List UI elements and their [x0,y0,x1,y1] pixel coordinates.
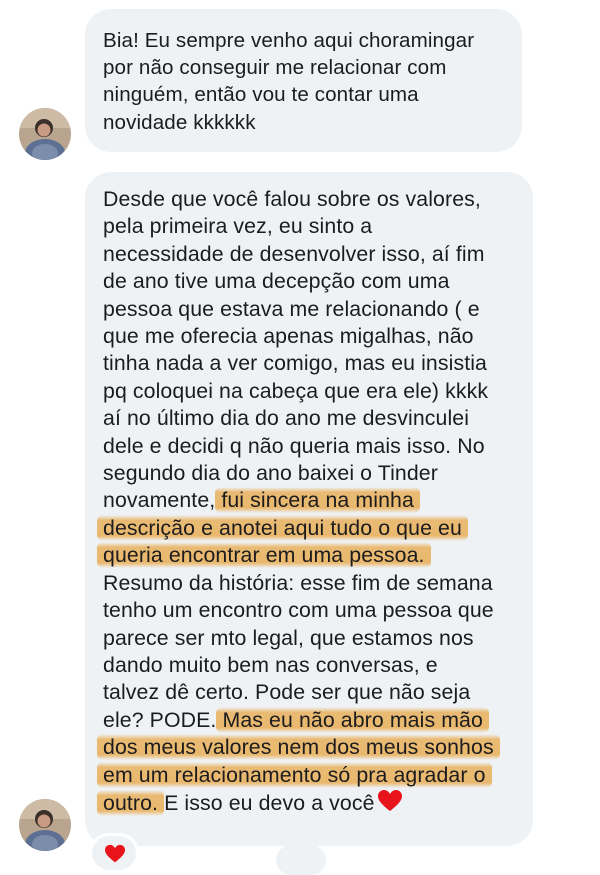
message-line: novamente, fui sincera na minha [103,487,515,514]
message-line: Bia! Eu sempre venho aqui choramingar [103,29,475,52]
highlighted-text: dos meus valores nem dos meus sonhos [97,734,500,761]
message-line: pela primeira vez, eu sinto a [103,214,373,239]
message-line: ele? PODE. Mas eu não abro mais mão [103,706,515,734]
message-line: necessidade de desenvolver isso, aí fim [103,241,485,266]
message-line: que me oferecia apenas migalhas, não [103,324,474,349]
message-line: por não conseguir me relacionar com [103,56,447,80]
sender-avatar[interactable] [19,799,71,851]
plain-text: E isso eu devo a você [158,790,375,815]
message-text: Desde que você falou sobre os valores, p… [97,186,515,820]
sender-avatar[interactable] [19,108,71,160]
message-line: dos meus valores nem dos meus sonhos [97,734,515,761]
message-bubble-partial[interactable] [276,845,326,875]
plain-text: ele? PODE. [103,707,223,732]
message-line: pq coloquei na cabeça que era ele) kkkk [103,378,489,403]
red-heart-icon [104,844,126,869]
message-line: Resumo da história: esse fim de semana [103,570,493,595]
highlighted-text: descrição e anotei aqui tudo o que eu [97,514,468,541]
message-line: dele e decidi q não queria mais isso. No [103,433,485,458]
message-line: pessoa que estava me relacionando ( e [103,296,480,321]
message-line: tinha nada a ver comigo, mas eu insistia [103,351,487,376]
message-line: segundo dia do ano baixei o Tinder [103,461,438,486]
message-line: dando muito bem nas conversas, e [103,652,438,677]
avatar-photo [19,108,71,160]
message-line: em um relacionamento só pra agradar o [97,761,515,789]
plain-text: novamente, [103,488,222,513]
red-heart-icon [377,789,403,820]
highlighted-text: Mas eu não abro mais mão [216,706,489,733]
message-bubble[interactable]: Desde que você falou sobre os valores, p… [85,172,533,846]
message-line: novidade kkkkkk [103,110,256,134]
message-text: Bia! Eu sempre venho aqui choramingar po… [103,27,504,136]
message-line: tenho um encontro com uma pessoa que [103,598,494,623]
message-line: de ano tive uma decepção com uma [103,269,450,294]
highlighted-text: queria encontrar em uma pessoa. [97,542,431,569]
message-line: ninguém, então vou te contar uma [103,83,419,107]
message-line: Desde que você falou sobre os valores, [103,187,481,211]
message-line: parece ser mto legal, que estamos nos [103,625,474,650]
message-bubble[interactable]: Bia! Eu sempre venho aqui choramingar po… [85,9,522,152]
highlighted-text: outro. [97,789,165,816]
highlighted-text: em um relacionamento só pra agradar o [97,761,492,788]
message-line: aí no último dia do ano me desvinculei [103,406,470,431]
highlighted-text: fui sincera na minha [215,487,420,514]
message-line: talvez dê certo. Pode ser que não seja [103,680,471,705]
message-line: descrição e anotei aqui tudo o que eu [97,514,515,542]
avatar-photo [19,799,71,851]
message-line: outro. E isso eu devo a você [97,789,515,820]
message-reaction[interactable] [92,836,136,870]
message-line: queria encontrar em uma pessoa. [97,542,515,569]
